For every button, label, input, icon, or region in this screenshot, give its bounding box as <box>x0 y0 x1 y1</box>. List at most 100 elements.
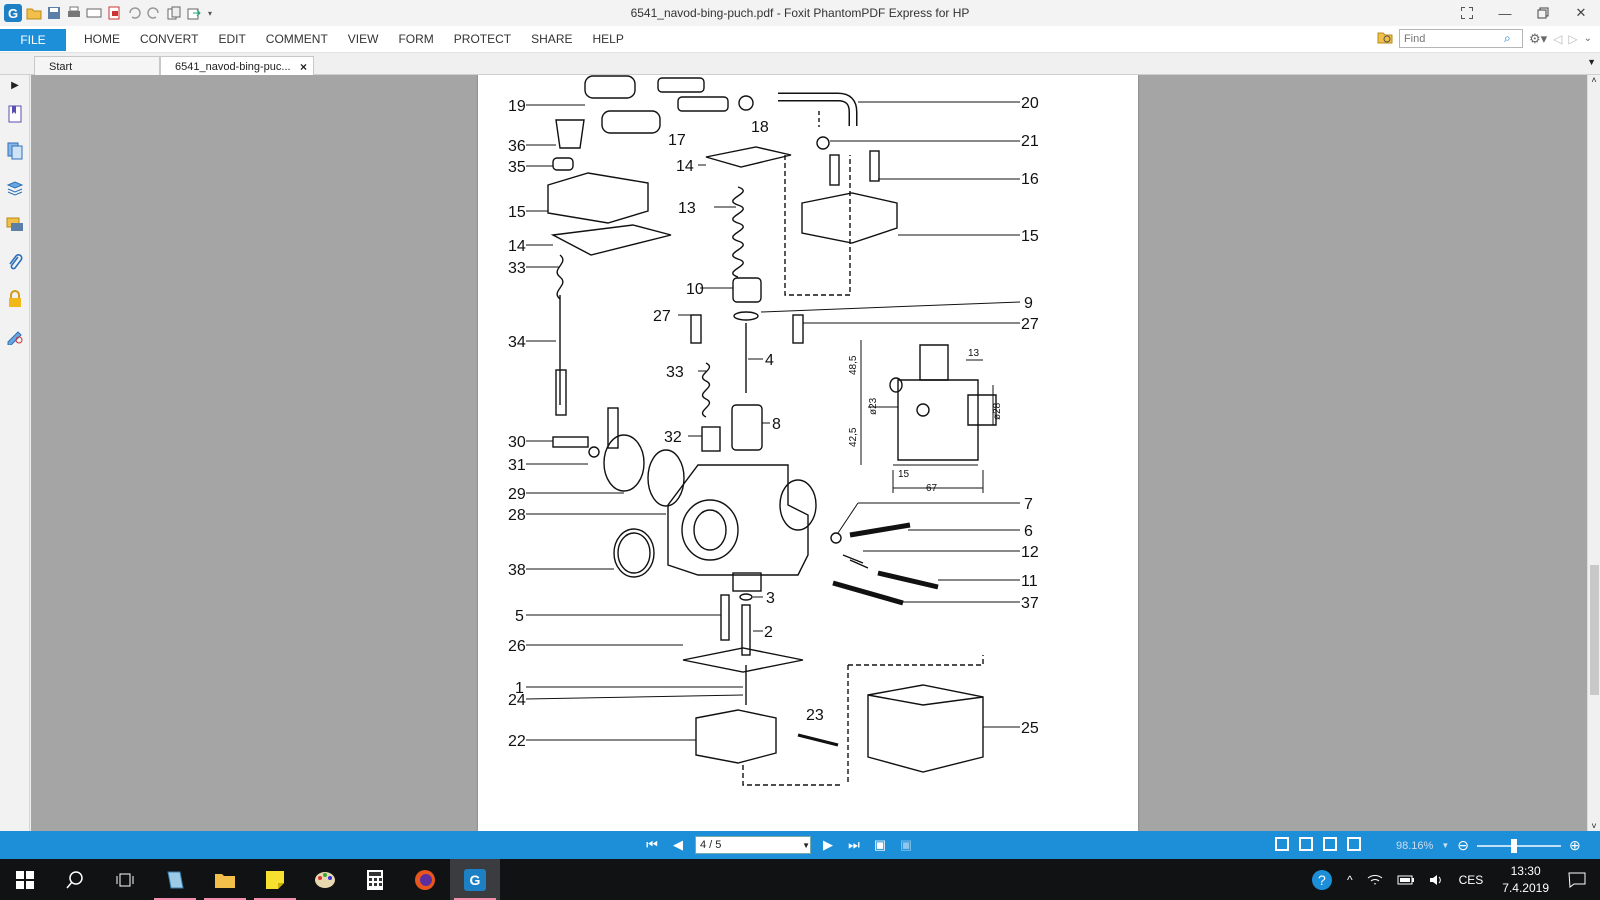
menu-view[interactable]: VIEW <box>338 32 389 46</box>
language-indicator[interactable]: CES <box>1452 873 1491 887</box>
pages-thumbnails-icon[interactable] <box>0 132 30 169</box>
signatures-icon[interactable] <box>0 317 30 354</box>
dimension-labels: 48,5 13 ø23 ø28 42,5 15 67 <box>848 348 1003 494</box>
ribbon-collapse-icon[interactable]: ⌄ <box>1584 33 1592 44</box>
file-menu-button[interactable]: FILE <box>0 29 66 51</box>
wifi-icon[interactable] <box>1360 873 1390 887</box>
foxit-taskbar-icon[interactable]: G <box>450 859 500 900</box>
part-27-screw-left <box>690 314 702 344</box>
part-8-slide <box>731 404 763 451</box>
sticky-notes-icon[interactable] <box>250 859 300 900</box>
continuous-page-icon[interactable] <box>1299 837 1313 851</box>
menu-share[interactable]: SHARE <box>521 32 582 46</box>
page-number-field[interactable]: 4 / 5 ▼ <box>695 836 811 854</box>
part-number-labels: 19 20 18 17 21 36 14 16 35 15 13 15 14 3… <box>508 95 1039 750</box>
paint-icon[interactable] <box>300 859 350 900</box>
zoom-level[interactable]: 98.16% <box>1396 840 1433 852</box>
customize-dropdown-icon[interactable]: ▾ <box>206 5 214 21</box>
vertical-scrollbar[interactable]: ˄ ˅ <box>1587 75 1600 831</box>
file-explorer-icon[interactable] <box>200 859 250 900</box>
zoom-out-icon[interactable]: ⊖ <box>1457 837 1469 854</box>
clock[interactable]: 13:30 7.4.2019 <box>1490 863 1561 897</box>
last-page-icon[interactable]: ⏭ <box>845 836 863 854</box>
fullscreen-icon[interactable] <box>1448 0 1486 26</box>
print-icon[interactable] <box>66 5 82 21</box>
volume-icon[interactable] <box>1422 873 1452 887</box>
menu-comment[interactable]: COMMENT <box>256 32 338 46</box>
part-35-plug <box>552 157 574 171</box>
scroll-down-icon[interactable]: ˅ <box>1588 821 1600 831</box>
menu-home[interactable]: HOME <box>74 32 130 46</box>
dim-13: 13 <box>968 348 980 359</box>
previous-page-icon[interactable]: ◀ <box>669 836 687 854</box>
save-icon[interactable] <box>46 5 62 21</box>
security-lock-icon[interactable] <box>0 280 30 317</box>
find-folder-icon[interactable] <box>1377 30 1393 47</box>
tab-start[interactable]: Start <box>34 56 160 76</box>
settings-gear-icon[interactable]: ⚙▾ <box>1529 31 1547 47</box>
label-7: 7 <box>1024 496 1033 513</box>
layers-icon[interactable] <box>0 169 30 206</box>
calculator-icon[interactable] <box>350 859 400 900</box>
close-tab-icon[interactable]: × <box>300 60 307 74</box>
redo-icon[interactable] <box>146 5 162 21</box>
search-icon[interactable]: ⌕ <box>1504 31 1511 46</box>
battery-icon[interactable] <box>1390 874 1422 886</box>
menu-edit[interactable]: EDIT <box>208 32 255 46</box>
export-icon[interactable] <box>186 5 202 21</box>
part-16-screw-b <box>869 150 880 182</box>
part-31-washer <box>588 446 600 458</box>
previous-view-icon[interactable]: ▣ <box>871 836 889 854</box>
minimize-button[interactable]: — <box>1486 0 1524 26</box>
scan-icon[interactable] <box>86 5 102 21</box>
label-14-left: 14 <box>508 238 526 255</box>
part-12-spring <box>842 554 869 569</box>
attachments-icon[interactable] <box>0 243 30 280</box>
firefox-icon[interactable] <box>400 859 450 900</box>
close-window-button[interactable]: ✕ <box>1562 0 1600 26</box>
zoom-slider-knob[interactable] <box>1510 838 1517 853</box>
combine-icon[interactable] <box>166 5 182 21</box>
undo-icon[interactable] <box>126 5 142 21</box>
expand-panel-icon[interactable]: ▶ <box>0 75 30 95</box>
menu-protect[interactable]: PROTECT <box>444 32 521 46</box>
tab-list-dropdown-icon[interactable]: ▼ <box>1587 57 1596 67</box>
first-page-icon[interactable]: ⏮ <box>643 836 661 854</box>
single-page-icon[interactable] <box>1275 837 1289 851</box>
next-page-icon[interactable]: ▶ <box>819 836 837 854</box>
bookmarks-icon[interactable] <box>0 95 30 132</box>
find-input[interactable] <box>1403 32 1504 45</box>
search-icon[interactable] <box>50 859 100 900</box>
back-arrow-icon[interactable]: ◁ <box>1553 32 1562 46</box>
page-dropdown-icon[interactable]: ▼ <box>802 841 810 850</box>
menu-help[interactable]: HELP <box>582 32 633 46</box>
document-viewport[interactable]: 19 20 18 17 21 36 14 16 35 15 13 15 14 3… <box>31 75 1587 831</box>
carburetor-intake <box>681 499 739 561</box>
scroll-up-icon[interactable]: ˄ <box>1588 75 1600 85</box>
open-folder-icon[interactable] <box>26 5 42 21</box>
scrollbar-thumb[interactable] <box>1590 565 1599 695</box>
tab-document[interactable]: 6541_navod-bing-puc... × <box>160 56 314 76</box>
action-center-icon[interactable] <box>1561 872 1600 888</box>
foxit-logo-icon[interactable]: G <box>4 4 22 22</box>
help-tray-icon[interactable]: ? <box>1304 869 1340 891</box>
start-windows-icon[interactable] <box>0 859 50 900</box>
facing-page-icon[interactable] <box>1323 837 1337 851</box>
task-view-icon[interactable] <box>100 859 150 900</box>
zoom-in-icon[interactable]: ⊕ <box>1569 837 1581 854</box>
menu-form[interactable]: FORM <box>388 32 443 46</box>
label-17: 17 <box>668 132 686 149</box>
show-hidden-icons-icon[interactable]: ^ <box>1340 873 1360 887</box>
zoom-slider[interactable] <box>1476 838 1561 853</box>
restore-button[interactable] <box>1524 0 1562 26</box>
taskbar-app-notepad-icon[interactable] <box>150 859 200 900</box>
forward-arrow-icon[interactable]: ▷ <box>1568 32 1577 46</box>
find-field[interactable]: ⌕ <box>1398 29 1523 48</box>
continuous-facing-icon[interactable] <box>1347 837 1361 851</box>
create-pdf-icon[interactable] <box>106 5 122 21</box>
zoom-dropdown-icon[interactable]: ▼ <box>1441 841 1449 850</box>
menu-convert[interactable]: CONVERT <box>130 32 208 46</box>
next-view-icon[interactable]: ▣ <box>897 836 915 854</box>
part-14-gasket-left <box>550 224 672 256</box>
comments-icon[interactable] <box>0 206 30 243</box>
